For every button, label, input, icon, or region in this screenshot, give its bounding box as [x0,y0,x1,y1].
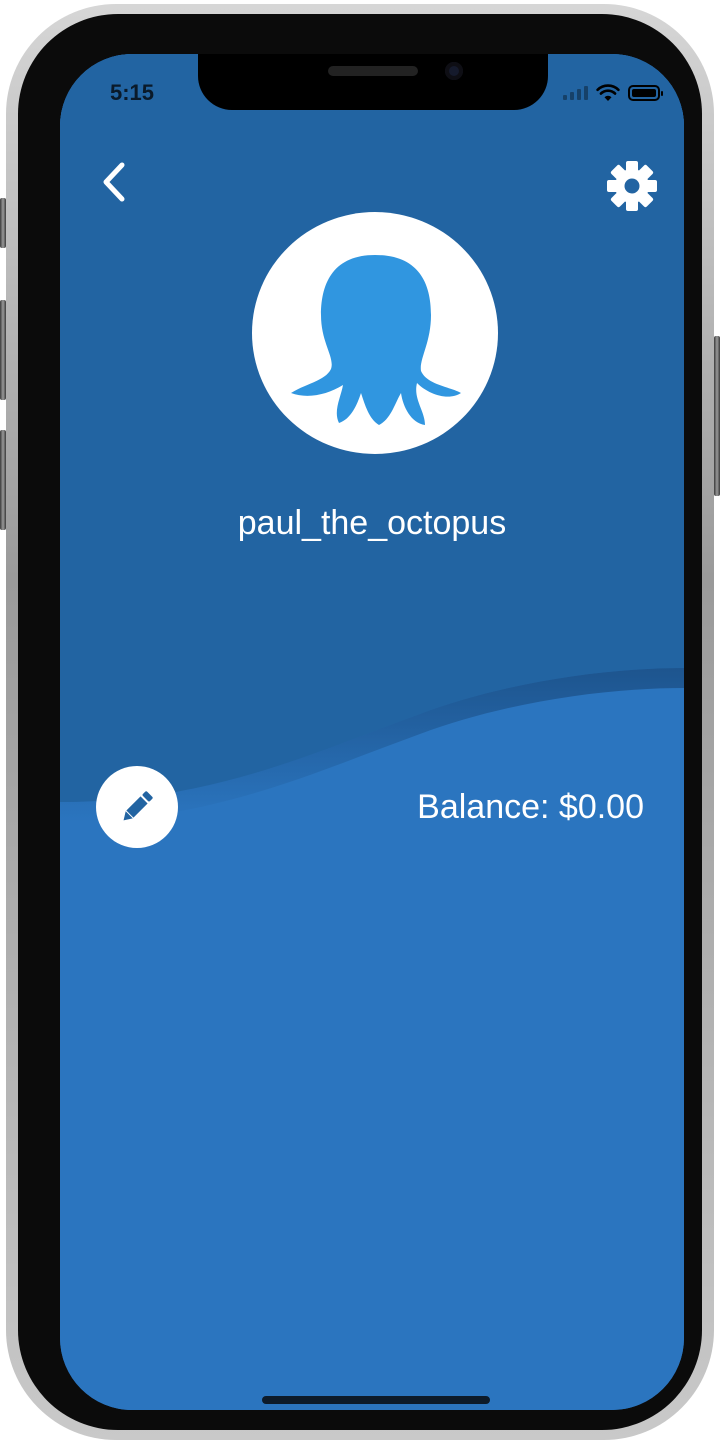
username: paul_the_octopus [237,504,507,542]
status-time: 5:15 [110,80,155,105]
notch [198,54,548,110]
wifi-icon [596,84,620,101]
back-button[interactable] [86,154,142,210]
front-camera [445,62,463,80]
gear-icon [607,161,657,211]
edit-profile-button[interactable] [96,766,178,848]
speaker-grille [328,66,418,76]
signal-icon [563,86,588,100]
octopus-icon [291,255,461,425]
avatar [252,212,498,454]
home-indicator[interactable] [262,1396,490,1404]
battery-icon [628,85,663,101]
phone-frame: 5:15 paul_the_octopus Balance: $0.00 [6,4,714,1440]
power-button [714,336,720,496]
phone-bezel: 5:15 paul_the_octopus Balance: $0.00 [18,14,702,1430]
status-icons [563,84,663,102]
chevron-left-icon [103,162,125,202]
balance-label: Balance: $0.00 [417,788,644,826]
screen: 5:15 paul_the_octopus Balance: $0.00 [60,54,684,1410]
pencil-icon [123,791,153,821]
settings-button[interactable] [602,156,662,216]
